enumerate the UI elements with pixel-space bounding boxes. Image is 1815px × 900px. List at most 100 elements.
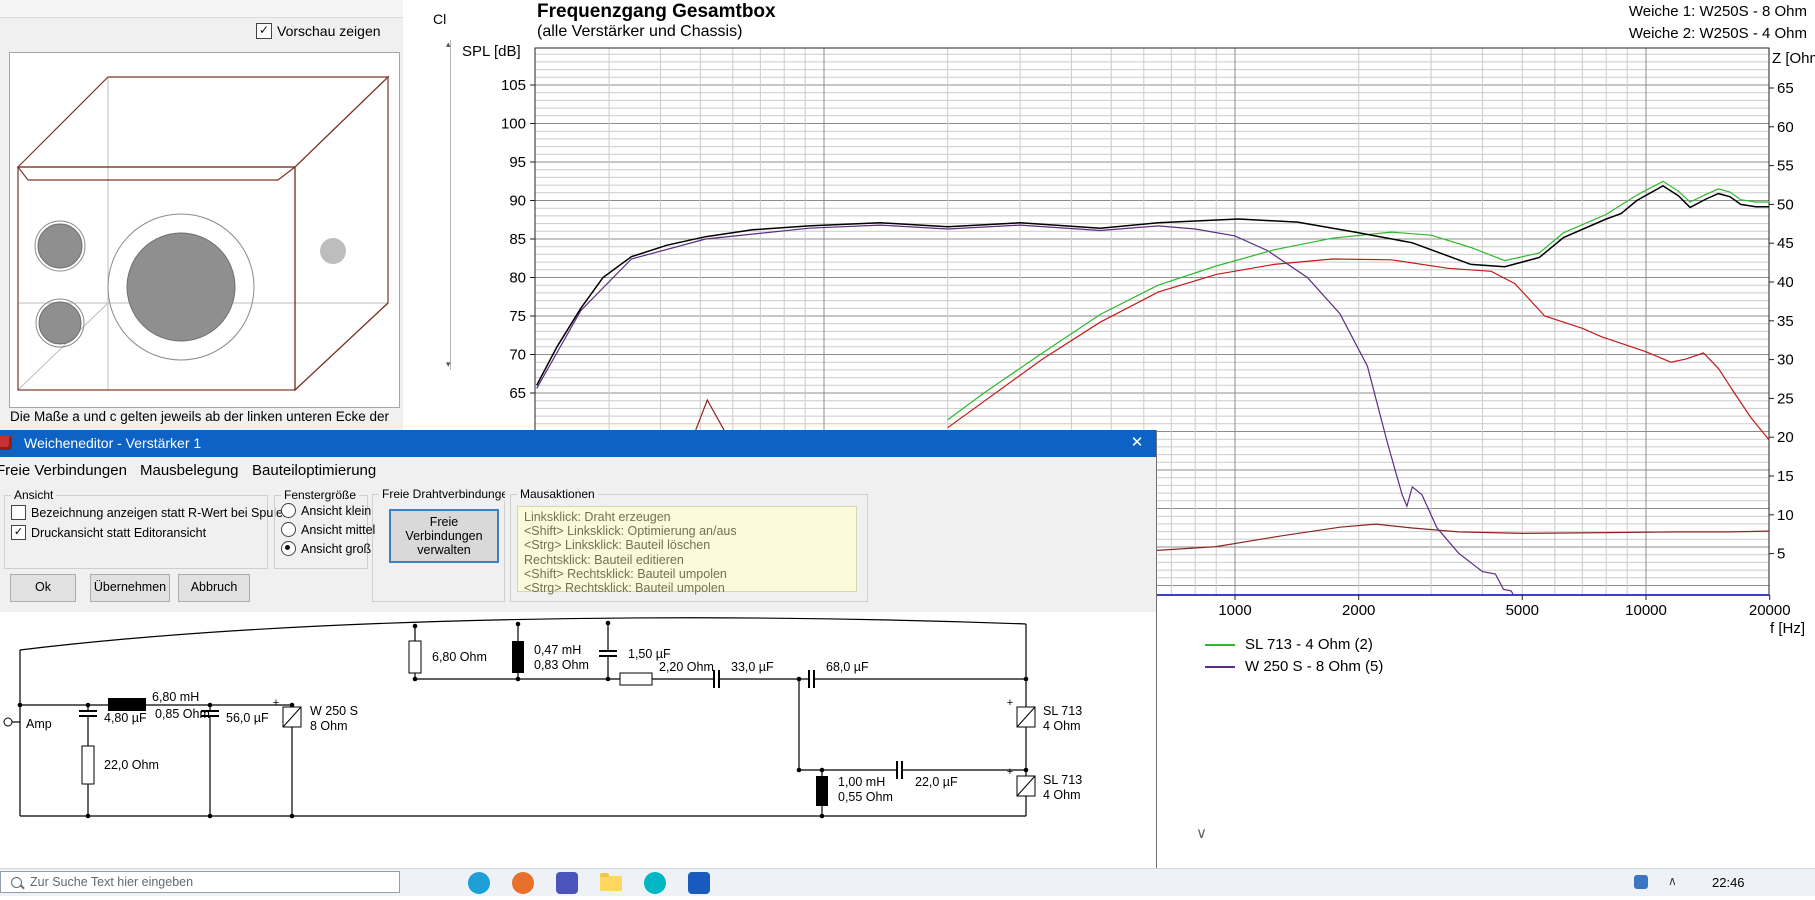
weiche-1-label: Weiche 1: W250S - 8 Ohm	[1629, 3, 1807, 20]
svg-text:80: 80	[509, 270, 526, 287]
svg-text:6,80 Ohm: 6,80 Ohm	[432, 650, 487, 664]
svg-text:100: 100	[501, 116, 526, 133]
amp-terminal[interactable]: Amp	[4, 717, 52, 731]
radio-ansicht-mittel[interactable]: Ansicht mittel	[281, 522, 375, 537]
group-mausaktionen-label: Mausaktionen	[517, 487, 598, 501]
scroll-up-icon[interactable]: ▴	[446, 40, 451, 49]
svg-text:20: 20	[1777, 429, 1794, 446]
preview-checkbox-row[interactable]: ✓ Vorschau zeigen	[256, 23, 381, 39]
svg-text:SL 713: SL 713	[1043, 773, 1082, 787]
svg-text:2,20 Ohm: 2,20 Ohm	[659, 660, 714, 674]
mouse-action-line-4: <Shift> Rechtsklick: Bauteil umpolen	[524, 567, 850, 581]
crossover-schematic: Amp 6,80 mH 0,85 Ohm 4,80 µF 22,0 Ohm 56…	[0, 612, 1156, 895]
tray-app-icon[interactable]	[1634, 875, 1648, 889]
group-drahtverbindungen: Freie Drahtverbindunge Freie Verbindunge…	[372, 494, 505, 602]
taskbar: Zur Suche Text hier eingeben ∧ 22:46	[0, 868, 1815, 896]
taskbar-clock[interactable]: 22:46	[1712, 875, 1745, 890]
component-capacitor-68_0uF[interactable]: 68,0 µF	[809, 660, 869, 688]
svg-text:4 Ohm: 4 Ohm	[1043, 719, 1081, 733]
component-resistor-22_0Ohm[interactable]: 22,0 Ohm	[82, 746, 159, 784]
svg-text:65: 65	[509, 385, 526, 402]
checkbox-bezeichnung-label: Bezeichnung anzeigen statt R-Wert bei Sp…	[31, 506, 290, 520]
svg-text:10000: 10000	[1625, 602, 1667, 619]
driver-circles	[35, 214, 346, 360]
spl-axis-label: SPL [dB]	[462, 43, 521, 60]
side-driver-dot	[320, 238, 346, 264]
radio-icon[interactable]	[281, 522, 296, 537]
menu-bauteiloptimierung[interactable]: Bauteiloptimierung	[252, 462, 376, 479]
button-label-line2: verwalten	[391, 543, 497, 557]
store-icon[interactable]	[644, 872, 666, 894]
component-capacitor-1_50uF[interactable]: 1,50 µF	[599, 647, 671, 661]
radio-klein-label: Ansicht klein	[301, 504, 371, 518]
svg-text:22,0 Ohm: 22,0 Ohm	[104, 758, 159, 772]
group-ansicht-label: Ansicht	[11, 488, 56, 502]
svg-text:1,00 mH: 1,00 mH	[838, 775, 885, 789]
svg-text:SL 713: SL 713	[1043, 704, 1082, 718]
checkbox-checked-icon[interactable]: ✓	[11, 525, 26, 540]
component-resistor-6_80Ohm[interactable]: 6,80 Ohm	[409, 641, 487, 673]
svg-text:1000: 1000	[1218, 602, 1251, 619]
firefox-browser-icon[interactable]	[512, 872, 534, 894]
mouse-action-line-5: <Strg> Rechtsklick: Bauteil umpolen	[524, 581, 850, 595]
mouse-action-line-3: Rechtsklick: Bauteil editieren	[524, 553, 850, 567]
checkbox-druckansicht[interactable]: ✓ Druckansicht statt Editoransicht	[11, 525, 206, 540]
menu-freie-verbindungen[interactable]: Freie Verbindungen	[0, 462, 127, 479]
svg-text:W 250 S: W 250 S	[310, 704, 358, 718]
component-speaker-sl713-lower[interactable]: + SL 713 4 Ohm	[1007, 766, 1082, 802]
checkbox-bezeichnung[interactable]: Bezeichnung anzeigen statt R-Wert bei Sp…	[11, 505, 290, 520]
checkbox-checked-icon[interactable]: ✓	[256, 23, 272, 39]
file-explorer-icon[interactable]	[600, 876, 622, 891]
menu-mausbelegung[interactable]: Mausbelegung	[140, 462, 238, 479]
abbruch-button[interactable]: Abbruch	[178, 574, 250, 602]
scroll-down-icon[interactable]: ▾	[446, 360, 451, 369]
teams-icon[interactable]	[556, 872, 578, 894]
svg-text:0,55 Ohm: 0,55 Ohm	[838, 790, 893, 804]
component-resistor-2_20Ohm[interactable]: 2,20 Ohm	[620, 660, 714, 685]
svg-text:85: 85	[509, 231, 526, 248]
dialog-titlebar[interactable]: Weicheneditor - Verstärker 1 ✕	[0, 430, 1156, 457]
amp-label: Amp	[26, 717, 52, 731]
uebernehmen-button[interactable]: Übernehmen	[90, 574, 170, 602]
word-icon[interactable]	[688, 872, 710, 894]
component-speaker-w250s[interactable]: + W 250 S 8 Ohm	[273, 697, 358, 733]
svg-text:+: +	[1007, 697, 1013, 709]
scroll-down-chevron-icon[interactable]: ∨	[1196, 824, 1207, 842]
checkbox-icon[interactable]	[11, 505, 26, 520]
chart-subtitle: (alle Verstärker und Chassis)	[537, 23, 742, 41]
box-config-window: ✓ Vorschau zeigen	[0, 0, 404, 430]
svg-text:0,47 mH: 0,47 mH	[534, 643, 581, 657]
component-inductor-1_00mH[interactable]: 1,00 mH 0,55 Ohm	[816, 775, 893, 806]
close-icon[interactable]: ✕	[1122, 433, 1152, 451]
weiche-2-label: Weiche 2: W250S - 4 Ohm	[1629, 25, 1807, 42]
radio-selected-icon[interactable]	[281, 541, 296, 556]
radio-gross-label: Ansicht groß	[301, 542, 371, 556]
svg-text:15: 15	[1777, 468, 1794, 485]
hidden-icons-chevron[interactable]: ∧	[1668, 874, 1677, 888]
radio-icon[interactable]	[281, 503, 296, 518]
checkbox-druckansicht-label: Druckansicht statt Editoransicht	[31, 526, 206, 540]
button-label-line1: Freie Verbindungen	[391, 515, 497, 543]
component-capacitor-33_0uF[interactable]: 33,0 µF	[714, 660, 774, 688]
taskbar-search[interactable]: Zur Suche Text hier eingeben	[0, 871, 400, 893]
vertical-scrollbar[interactable]	[450, 40, 451, 370]
box-preview-panel	[9, 52, 400, 408]
desktop: { "left_window": { "preview_checkbox": "…	[0, 0, 1815, 895]
dimension-caption: Die Maße a und c gelten jeweils ab der l…	[10, 409, 402, 424]
freie-verbindungen-verwalten-button[interactable]: Freie Verbindungen verwalten	[389, 509, 499, 563]
component-inductor-0_47mH[interactable]: 0,47 mH 0,83 Ohm	[512, 641, 589, 673]
svg-text:8 Ohm: 8 Ohm	[310, 719, 348, 733]
edge-browser-icon[interactable]	[468, 872, 490, 894]
ok-button[interactable]: Ok	[10, 574, 76, 602]
radio-ansicht-gross[interactable]: Ansicht groß	[281, 541, 371, 556]
svg-text:4 Ohm: 4 Ohm	[1043, 788, 1081, 802]
component-capacitor-22_0uF[interactable]: 22,0 µF	[897, 761, 958, 789]
port-2	[39, 302, 81, 344]
component-speaker-sl713-upper[interactable]: + SL 713 4 Ohm	[1007, 697, 1082, 733]
component-capacitor-56_0uF[interactable]: 56,0 µF	[201, 711, 269, 725]
component-capacitor-4_80uF[interactable]: 4,80 µF	[79, 711, 147, 725]
dialog-title: Weicheneditor - Verstärker 1	[24, 435, 201, 451]
legend-line-green	[1205, 644, 1235, 646]
svg-text:75: 75	[509, 308, 526, 325]
radio-ansicht-klein[interactable]: Ansicht klein	[281, 503, 371, 518]
